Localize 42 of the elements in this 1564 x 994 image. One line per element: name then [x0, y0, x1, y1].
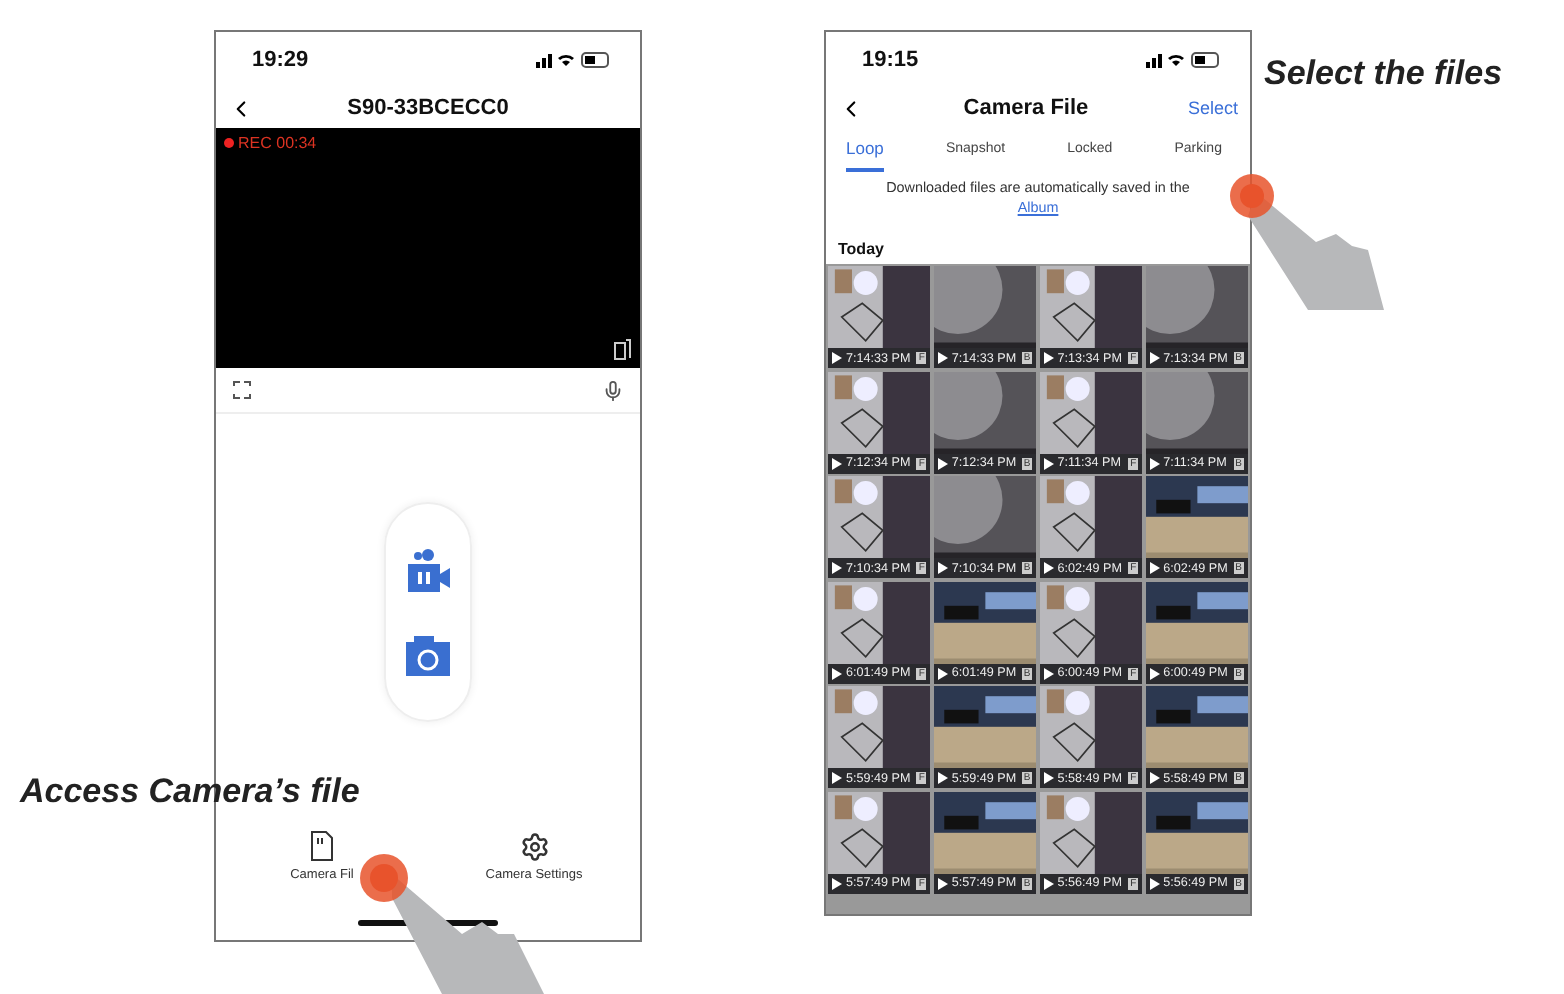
screen-title: S90-33BCECC0 [345, 96, 511, 120]
play-icon [832, 352, 842, 365]
microphone-icon[interactable] [602, 379, 624, 401]
play-icon [937, 667, 948, 680]
play-icon [1043, 772, 1054, 785]
play-icon [1149, 562, 1160, 575]
instruction-text: Select the files [1264, 54, 1503, 94]
tab[interactable]: Loop [846, 136, 884, 172]
sd-card-icon [308, 830, 336, 862]
play-icon [1043, 352, 1054, 365]
play-icon [937, 562, 948, 575]
play-icon [1149, 667, 1160, 680]
play-icon [1043, 562, 1054, 575]
section-header: Today [836, 238, 886, 263]
play-icon [1149, 772, 1160, 785]
status-time: 19:15 [862, 48, 919, 72]
status-icons [1146, 50, 1222, 70]
select-button[interactable]: Select [1187, 98, 1238, 118]
play-icon [937, 352, 948, 365]
play-icon [1043, 667, 1054, 680]
settings-icon [519, 831, 549, 861]
play-icon [1043, 457, 1054, 470]
play-icon [937, 457, 948, 470]
play-icon [832, 562, 842, 575]
status-time: 19:29 [252, 48, 309, 72]
play-icon [1149, 877, 1160, 890]
play-icon [937, 772, 948, 785]
camera-icon[interactable] [406, 635, 450, 675]
status-icons [536, 50, 612, 70]
play-icon [1043, 877, 1054, 890]
scan-icon[interactable] [232, 380, 252, 400]
play-icon [1149, 457, 1160, 470]
screen-title: Camera File [961, 96, 1091, 120]
play-icon [832, 667, 842, 680]
rotate-icon[interactable] [614, 338, 632, 360]
play-icon [832, 457, 842, 470]
play-icon [832, 877, 842, 890]
video-camera-icon[interactable] [404, 547, 452, 595]
play-icon [832, 772, 842, 785]
recording-indicator: REC 00:34 [224, 134, 317, 152]
play-icon [1149, 352, 1160, 365]
play-icon [937, 877, 948, 890]
